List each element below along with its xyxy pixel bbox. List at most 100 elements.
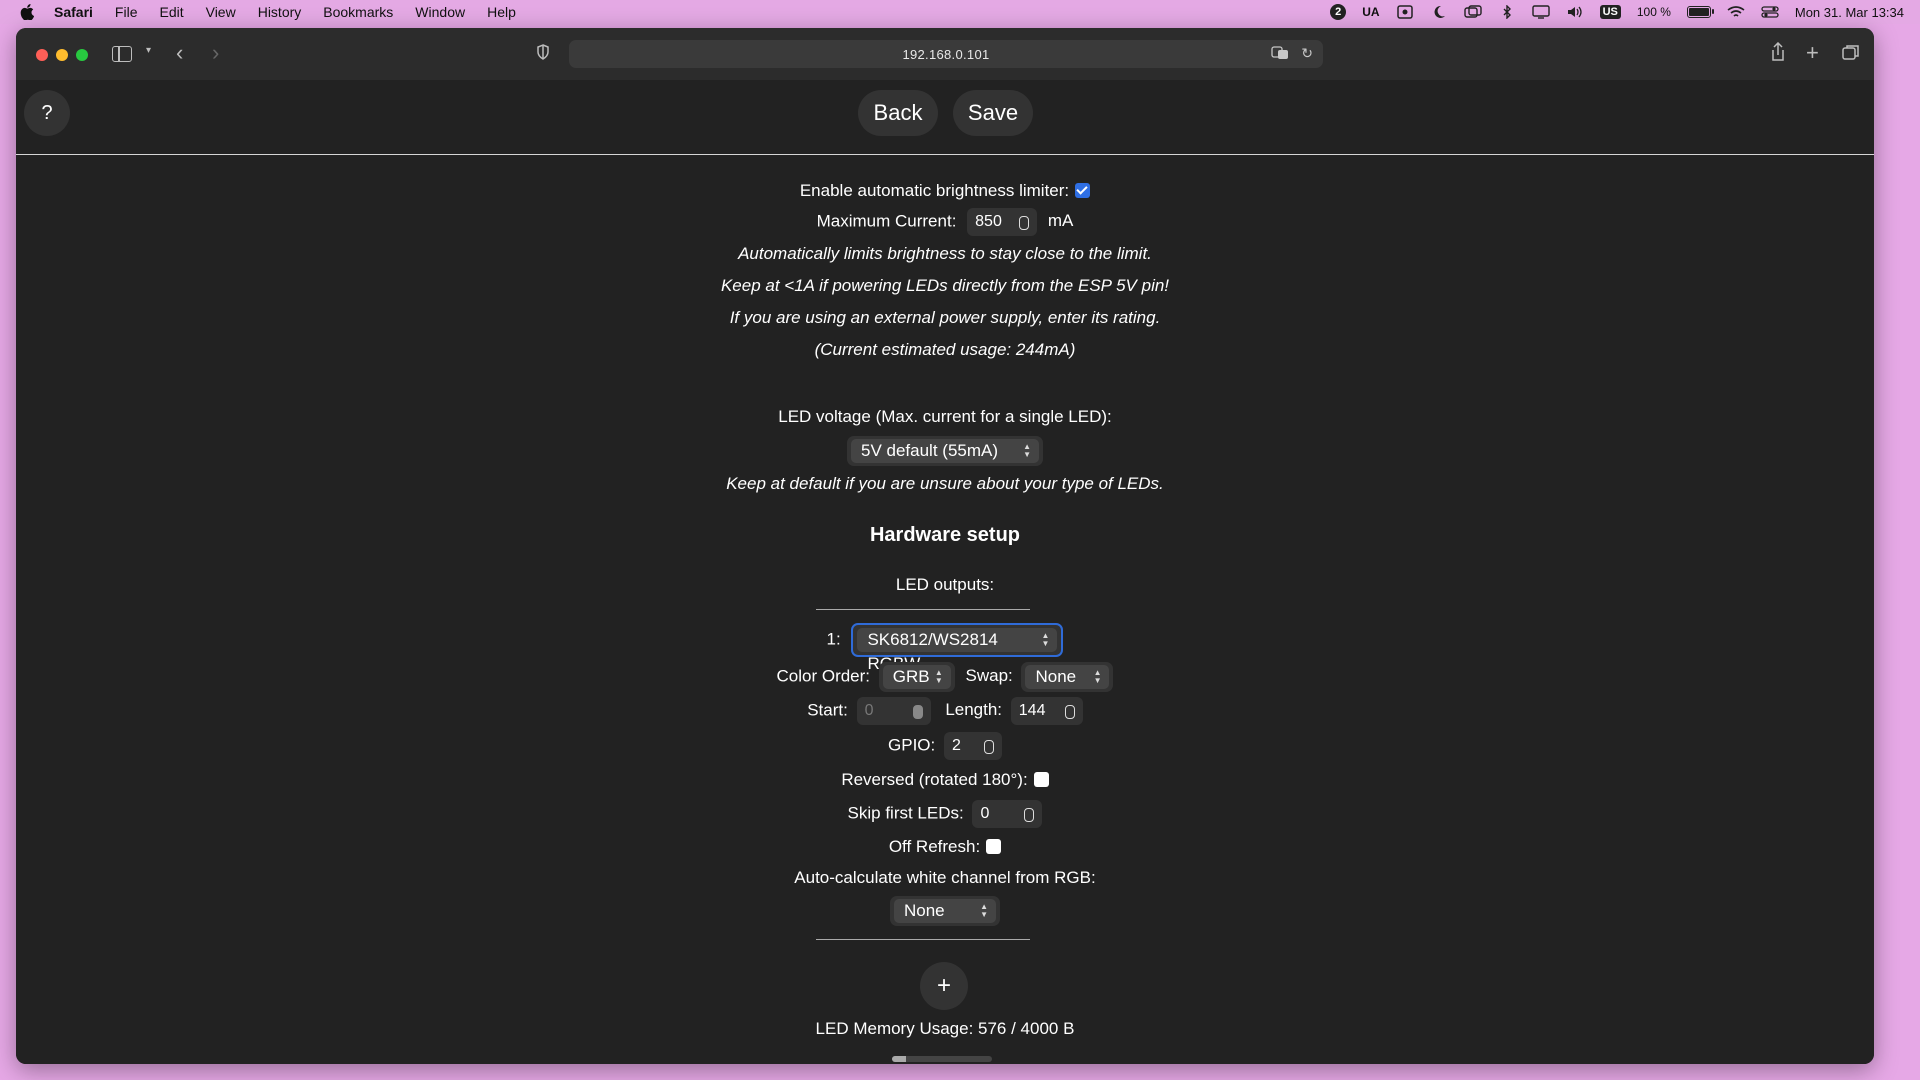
max-current-value: 850 — [975, 213, 1002, 230]
reload-icon[interactable]: ↻ — [1301, 45, 1313, 62]
battery-icon[interactable] — [1686, 6, 1714, 18]
screenshot-icon[interactable] — [1396, 5, 1414, 19]
color-order-select-wrapper: GRB ▲ ▼ — [878, 662, 955, 692]
led-type-select[interactable]: SK6812/WS2814 RGBW▲▼ — [857, 628, 1058, 673]
help-button[interactable]: ? — [24, 90, 70, 136]
off-refresh-checkbox[interactable] — [986, 839, 1002, 855]
back-nav-icon[interactable]: ‹ — [176, 40, 183, 66]
reversed-row: Reversed (rotated 180°): — [16, 770, 1874, 790]
display-icon[interactable] — [1531, 5, 1550, 19]
new-tab-icon[interactable]: + — [1806, 40, 1819, 66]
color-order-select[interactable]: GRB ▲ ▼ — [882, 665, 951, 689]
skip-label: Skip first LEDs: — [847, 803, 964, 823]
swap-value: None — [1035, 667, 1077, 686]
led-voltage-note: Keep at default if you are unsure about … — [726, 474, 1164, 493]
back-button[interactable]: Back — [858, 90, 938, 136]
start-label: Start: — [807, 700, 848, 720]
led-voltage-label: LED voltage (Max. current for a single L… — [778, 407, 1112, 426]
start-input[interactable]: 0 — [856, 697, 931, 725]
limiter-note-2: Keep at <1A if powering LEDs directly fr… — [720, 276, 1170, 295]
gpio-value: 2 — [951, 737, 961, 754]
save-button[interactable]: Save — [953, 90, 1033, 136]
max-current-label: Maximum Current: — [816, 211, 957, 231]
address-bar[interactable]: 192.168.0.101 ↻ — [569, 40, 1323, 68]
wifi-icon[interactable] — [1727, 5, 1745, 19]
brightness-limiter-row: Enable automatic brightness limiter: — [16, 181, 1874, 201]
reversed-checkbox[interactable] — [1033, 772, 1049, 788]
skip-input[interactable]: 0 — [972, 800, 1043, 828]
length-input[interactable]: 144 — [1010, 697, 1083, 725]
share-icon[interactable] — [1770, 41, 1786, 67]
stepper-icon[interactable] — [983, 740, 994, 754]
gpio-row: GPIO: 2 — [16, 732, 1874, 760]
url-text[interactable]: 192.168.0.101 — [902, 47, 989, 62]
tab-overview-icon[interactable] — [1842, 44, 1860, 65]
add-output-button[interactable]: + — [920, 962, 968, 1010]
stepper-icon[interactable] — [1024, 808, 1035, 822]
windows-icon[interactable] — [1463, 5, 1482, 19]
keyboard-layout-badge[interactable]: US — [1599, 5, 1621, 19]
status-app-icon[interactable]: 2 — [1330, 4, 1347, 20]
length-label: Length: — [945, 700, 1003, 720]
stepper-icon[interactable] — [1019, 216, 1030, 230]
browser-toolbar: ▾ ‹ › 192.168.0.101 ↻ + — [16, 28, 1874, 81]
select-arrows-icon: ▲ ▼ — [1041, 631, 1050, 648]
stepper-icon[interactable] — [912, 705, 923, 719]
menu-safari[interactable]: Safari — [54, 4, 93, 20]
max-current-input[interactable]: 850 — [967, 208, 1038, 236]
reversed-label: Reversed (rotated 180°): — [841, 770, 1028, 789]
start-value: 0 — [864, 702, 874, 719]
divider-top — [816, 609, 1030, 610]
menu-file[interactable]: File — [115, 4, 138, 20]
menu-view[interactable]: View — [206, 4, 236, 20]
memory-usage-fill — [892, 1056, 907, 1062]
color-order-row: Color Order: GRB ▲ ▼ Swap: None ▲ ▼ — [16, 662, 1874, 692]
menu-window[interactable]: Window — [415, 4, 465, 20]
hardware-setup-heading: Hardware setup — [869, 524, 1021, 546]
menu-bookmarks[interactable]: Bookmarks — [323, 4, 393, 20]
skip-row: Skip first LEDs: 0 — [16, 800, 1874, 828]
white-channel-row: None ▲ ▼ — [16, 896, 1874, 926]
menu-clock[interactable]: Mon 31. Mar 13:34 — [1795, 5, 1904, 20]
close-window-button[interactable] — [36, 49, 48, 61]
safari-window: ▾ ‹ › 192.168.0.101 ↻ + ? Back Save Enab — [16, 28, 1874, 1064]
output-index: 1: — [826, 629, 841, 649]
skip-value: 0 — [980, 805, 990, 822]
brightness-limiter-checkbox[interactable] — [1075, 183, 1091, 199]
gpio-input[interactable]: 2 — [943, 732, 1002, 760]
apple-icon[interactable] — [18, 3, 36, 21]
sidebar-toggle-icon[interactable] — [112, 46, 132, 62]
menu-edit[interactable]: Edit — [159, 4, 183, 20]
stepper-icon[interactable] — [1064, 705, 1075, 719]
white-channel-select-wrapper: None ▲ ▼ — [890, 896, 1000, 926]
brightness-limiter-label: Enable automatic brightness limiter: — [799, 181, 1070, 200]
swap-select[interactable]: None ▲ ▼ — [1025, 665, 1110, 689]
forward-nav-icon[interactable]: › — [212, 40, 219, 66]
gpio-label: GPIO: — [888, 735, 936, 755]
menu-history[interactable]: History — [258, 4, 302, 20]
translate-icon[interactable] — [1271, 46, 1289, 63]
select-arrows-icon: ▲ ▼ — [1093, 668, 1102, 685]
chevron-down-icon[interactable]: ▾ — [146, 45, 151, 56]
input-language[interactable]: UA — [1362, 5, 1379, 19]
battery-percent: 100 % — [1636, 5, 1671, 19]
volume-icon[interactable] — [1566, 5, 1584, 19]
wled-settings-page: ? Back Save Enable automatic brightness … — [16, 80, 1874, 1064]
led-outputs-label: LED outputs: — [895, 575, 995, 594]
window-controls — [36, 49, 88, 61]
minimize-window-button[interactable] — [56, 49, 68, 61]
zoom-window-button[interactable] — [76, 49, 88, 61]
led-voltage-select[interactable]: 5V default (55mA) ▲ ▼ — [851, 439, 1039, 463]
moon-icon[interactable] — [1430, 5, 1448, 19]
select-arrows-icon: ▲ ▼ — [934, 668, 943, 685]
bluetooth-icon[interactable] — [1498, 5, 1516, 19]
select-arrows-icon: ▲ ▼ — [980, 902, 988, 919]
privacy-shield-icon[interactable] — [536, 44, 550, 65]
battery-fill — [1688, 8, 1709, 16]
max-current-row: Maximum Current: 850 mA — [16, 208, 1874, 236]
control-center-icon[interactable] — [1761, 5, 1779, 19]
white-channel-select[interactable]: None ▲ ▼ — [894, 899, 996, 923]
color-order-value: GRB — [892, 667, 930, 686]
menu-help[interactable]: Help — [487, 4, 516, 20]
select-arrows-icon: ▲ ▼ — [1023, 442, 1031, 459]
